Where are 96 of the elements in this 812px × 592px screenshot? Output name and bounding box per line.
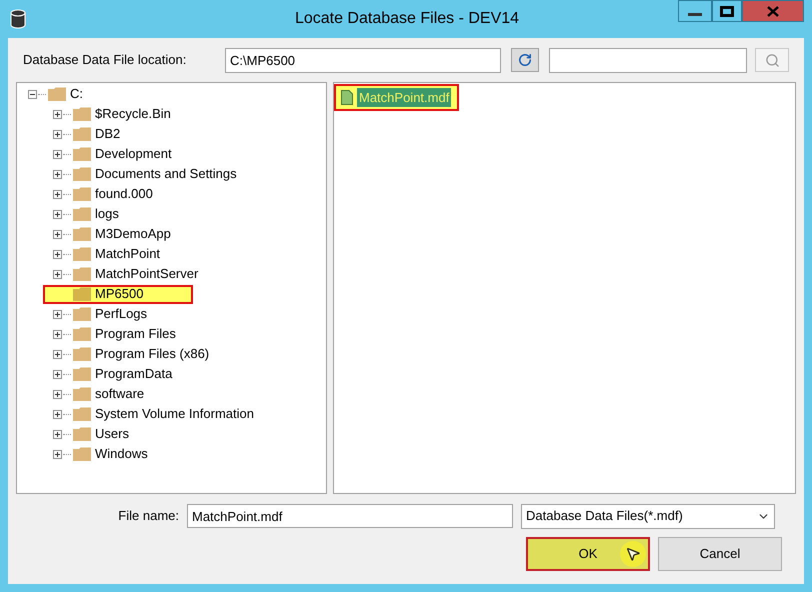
tree-item[interactable]: Windows <box>73 444 152 464</box>
folder-name: $Recycle.Bin <box>95 105 171 124</box>
tree-item[interactable]: C: <box>48 84 87 104</box>
folder-name: Development <box>95 145 172 164</box>
folder-icon <box>73 167 91 181</box>
expand-icon[interactable] <box>53 130 62 138</box>
database-icon <box>10 9 26 29</box>
folder-name: Program Files (x86) <box>95 345 210 364</box>
expand-icon[interactable] <box>53 250 62 258</box>
minimize-button[interactable] <box>678 0 712 22</box>
collapse-icon[interactable] <box>28 90 37 98</box>
folder-icon <box>73 207 91 221</box>
tree-item[interactable]: PerfLogs <box>73 304 152 324</box>
tree-item[interactable]: DB2 <box>73 124 124 144</box>
folder-name: ProgramData <box>95 365 172 384</box>
tree-item[interactable]: Documents and Settings <box>73 164 241 184</box>
tree-item[interactable]: System Volume Information <box>73 404 258 424</box>
folder-icon <box>48 87 66 101</box>
maximize-button[interactable] <box>712 0 742 22</box>
folder-name: PerfLogs <box>95 305 148 324</box>
close-icon <box>767 6 779 16</box>
cursor-icon <box>625 546 641 562</box>
expand-icon[interactable] <box>53 210 62 218</box>
tree-item[interactable]: Development <box>73 144 176 164</box>
tree-item[interactable]: software <box>73 384 148 404</box>
folder-icon <box>73 287 91 301</box>
tree-item[interactable]: Program Files (x86) <box>73 344 214 364</box>
expand-icon[interactable] <box>53 310 62 318</box>
expand-icon[interactable] <box>53 270 62 278</box>
folder-icon <box>73 407 91 421</box>
file-icon <box>341 90 353 105</box>
folder-name: logs <box>95 205 119 224</box>
search-button[interactable] <box>755 48 789 72</box>
close-button[interactable] <box>742 0 804 22</box>
expand-icon[interactable] <box>53 450 62 458</box>
folder-icon <box>73 147 91 161</box>
folder-icon <box>73 447 91 461</box>
tree-item[interactable]: Users <box>73 424 133 444</box>
folder-icon <box>73 187 91 201</box>
folder-icon <box>73 427 91 441</box>
file-name: MatchPoint.mdf <box>357 88 452 108</box>
folder-name: Users <box>95 425 129 444</box>
folder-name: software <box>95 385 144 404</box>
expand-icon[interactable] <box>53 190 62 198</box>
folder-name: found.000 <box>95 185 153 204</box>
tree-item[interactable]: found.000 <box>73 184 157 204</box>
folder-icon <box>73 307 91 321</box>
tree-item[interactable]: $Recycle.Bin <box>73 104 175 124</box>
expand-icon[interactable] <box>53 430 62 438</box>
refresh-icon <box>518 53 532 67</box>
tree-item[interactable]: logs <box>73 204 123 224</box>
folder-name: System Volume Information <box>95 405 254 424</box>
ok-button[interactable]: OK <box>526 537 650 571</box>
folder-icon <box>73 367 91 381</box>
file-type-dropdown[interactable]: Database Data Files(*.mdf) <box>521 504 775 528</box>
window-title: Locate Database Files - DEV14 <box>294 9 520 29</box>
folder-name: MatchPointServer <box>95 265 198 284</box>
search-field[interactable] <box>549 48 747 72</box>
file-name-field[interactable]: MatchPoint.mdf <box>187 504 513 528</box>
folder-name: MatchPoint <box>95 245 160 264</box>
expand-icon[interactable] <box>53 110 62 118</box>
folder-icon <box>73 247 91 261</box>
folder-icon <box>73 107 91 121</box>
folder-icon <box>73 347 91 361</box>
expand-icon[interactable] <box>53 410 62 418</box>
location-label: Database Data File location: <box>22 51 188 70</box>
folder-icon <box>73 327 91 341</box>
tree-item[interactable]: MatchPoint <box>73 244 164 264</box>
tree-item[interactable]: MP6500 <box>43 284 194 304</box>
folder-name: Windows <box>95 445 148 464</box>
search-icon <box>764 52 780 68</box>
expand-icon[interactable] <box>53 170 62 178</box>
tree-item[interactable]: M3DemoApp <box>73 224 175 244</box>
expand-icon[interactable] <box>53 350 62 358</box>
refresh-button[interactable] <box>511 48 539 72</box>
tree-item[interactable]: Program Files <box>73 324 180 344</box>
folder-name: Documents and Settings <box>95 165 237 184</box>
location-field[interactable]: C:\MP6500 <box>225 48 501 72</box>
expand-icon[interactable] <box>53 390 62 398</box>
tree-item[interactable]: ProgramData <box>73 364 176 384</box>
folder-icon <box>73 387 91 401</box>
folder-name: MP6500 <box>95 285 144 304</box>
expand-icon[interactable] <box>53 330 62 338</box>
folder-icon <box>73 127 91 141</box>
expand-icon[interactable] <box>53 150 62 158</box>
folder-name: C: <box>70 85 83 104</box>
folder-name: M3DemoApp <box>95 225 171 244</box>
cancel-button[interactable]: Cancel <box>658 537 782 571</box>
folder-name: DB2 <box>95 125 120 144</box>
expand-icon[interactable] <box>53 230 62 238</box>
file-name-label: File name: <box>117 507 180 526</box>
folder-icon <box>73 267 91 281</box>
tree-item[interactable]: MatchPointServer <box>73 264 202 284</box>
expand-icon[interactable] <box>53 370 62 378</box>
folder-name: Program Files <box>95 325 176 344</box>
folder-icon <box>73 227 91 241</box>
